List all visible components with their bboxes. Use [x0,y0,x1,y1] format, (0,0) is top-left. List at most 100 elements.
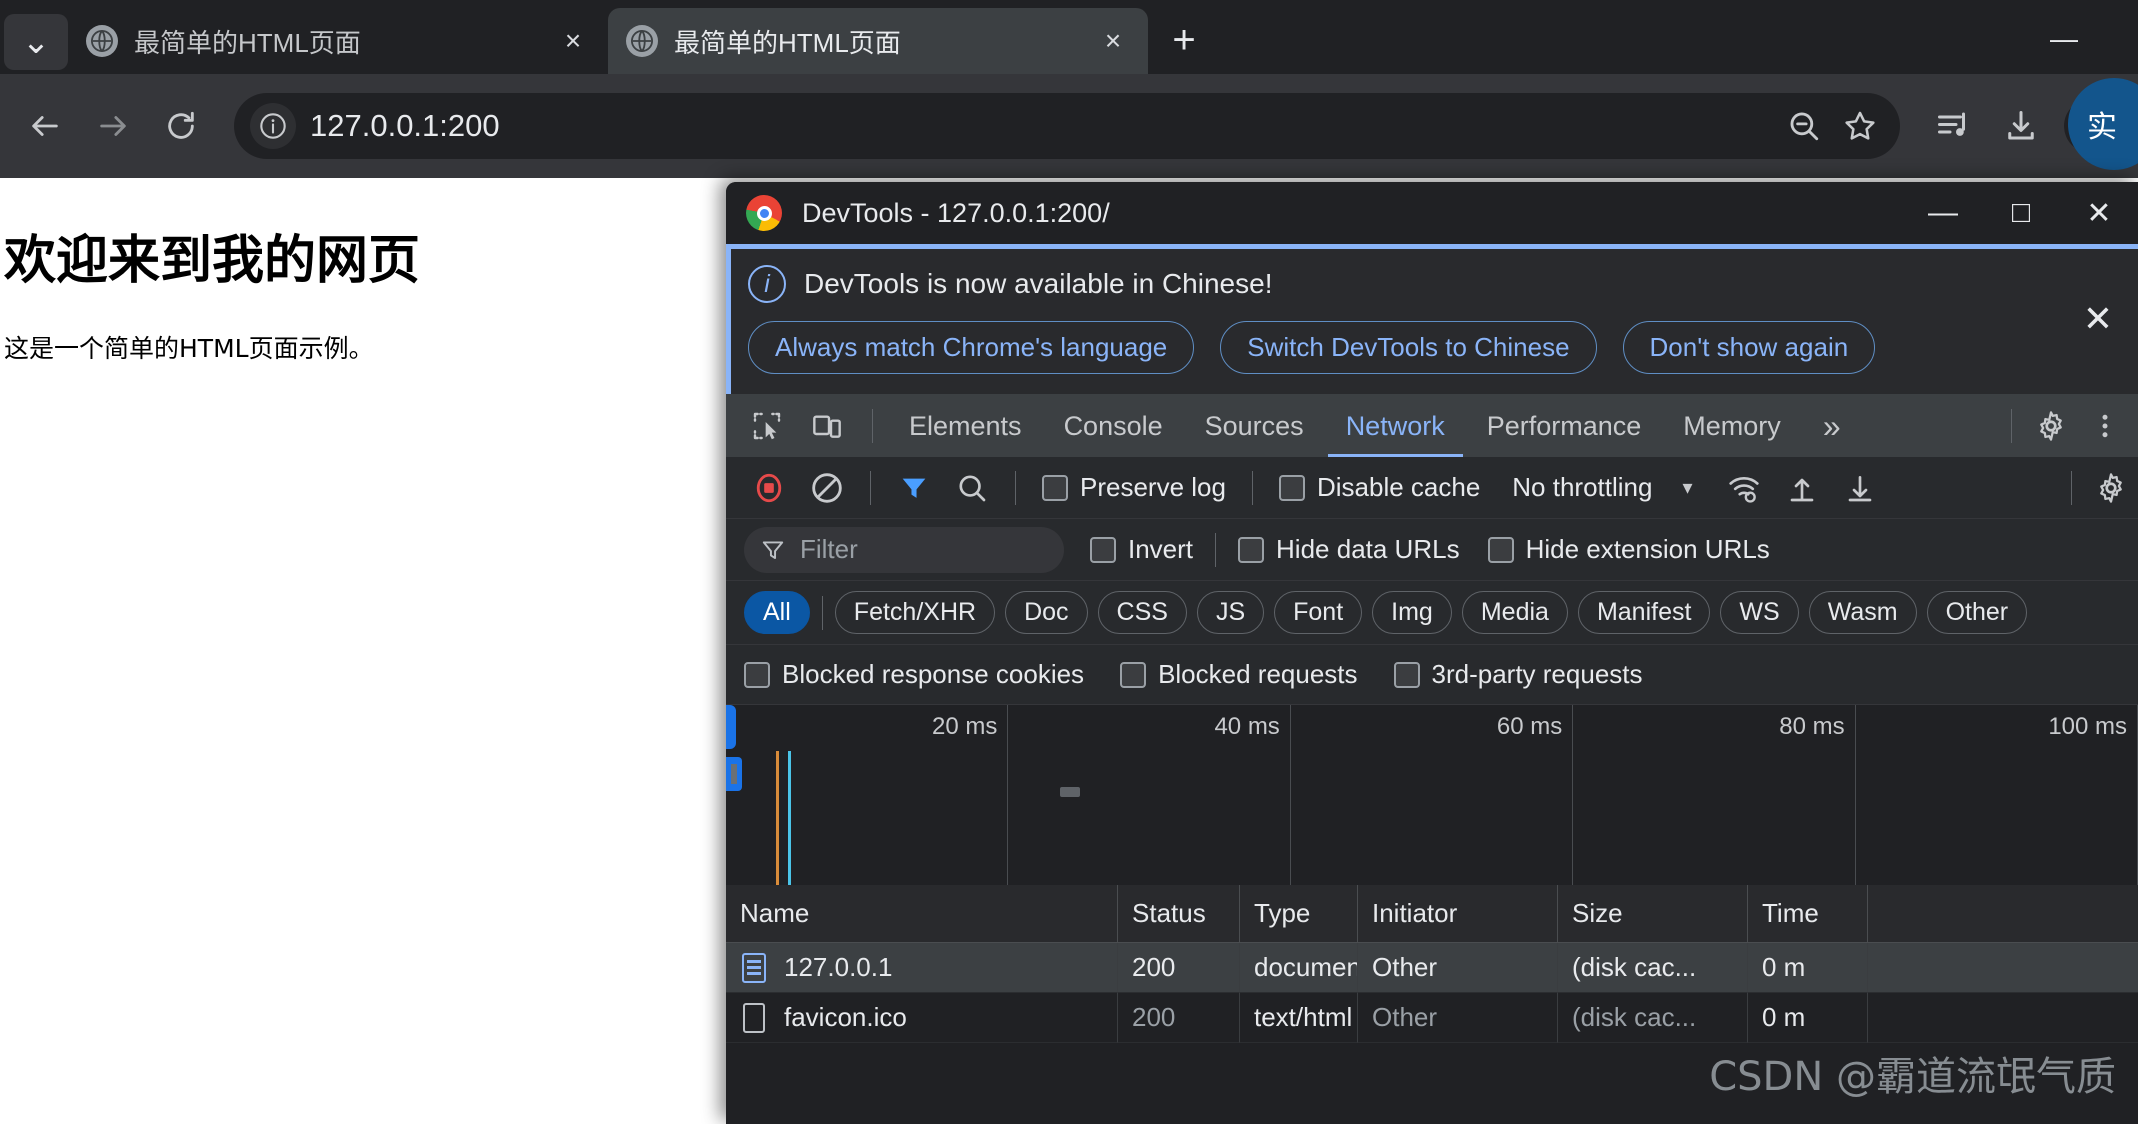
timeline-blip [1060,787,1081,797]
disable-cache-checkbox[interactable]: Disable cache [1278,472,1480,503]
filter-icon[interactable] [887,461,941,515]
always-match-language-button[interactable]: Always match Chrome's language [748,321,1195,374]
device-toolbar-icon[interactable] [800,399,854,453]
inspect-element-icon[interactable] [740,399,794,453]
column-header-type[interactable]: Type [1240,885,1358,942]
type-chip-manifest[interactable]: Manifest [1577,591,1711,634]
table-row[interactable]: 127.0.0.1 200 document Other (disk cac..… [726,943,2138,993]
devtools-maximize-button[interactable]: □ [1982,182,2060,244]
column-header-name[interactable]: Name [726,885,1118,942]
extension-badge[interactable]: 实 [2068,78,2138,170]
gear-icon[interactable] [2024,399,2078,453]
search-icon[interactable] [945,461,999,515]
browser-toolbar: 127.0.0.1:200 实 [0,74,2138,178]
type-chip-js[interactable]: JS [1196,591,1265,634]
more-vertical-icon[interactable] [2078,399,2132,453]
network-conditions-icon[interactable] [1717,461,1771,515]
timeline-tick-label: 20 ms [932,713,998,740]
hide-extension-urls-label: Hide extension URLs [1525,534,1770,564]
throttling-select-value[interactable]: No throttling [1512,472,1652,503]
chevron-down-icon[interactable]: ▾ [1682,475,1692,500]
checkbox-box[interactable] [1487,536,1514,563]
devtools-tab-sources[interactable]: Sources [1187,395,1322,457]
globe-icon [626,25,658,57]
cell-name: favicon.ico [726,993,1118,1043]
media-playlist-icon[interactable] [1922,95,1984,157]
devtools-tab-memory[interactable]: Memory [1665,395,1799,457]
checkbox-box[interactable] [1393,661,1420,688]
hide-extension-urls-checkbox[interactable]: Hide extension URLs [1487,534,1770,565]
third-party-requests-checkbox[interactable]: 3rd-party requests [1393,659,1643,690]
devtools-tab-console[interactable]: Console [1046,395,1181,457]
info-circle-icon[interactable] [250,103,296,149]
checkbox-box[interactable] [744,661,770,688]
checkbox-box[interactable] [1120,661,1147,688]
preserve-log-label: Preserve log [1080,472,1226,502]
switch-to-chinese-button[interactable]: Switch DevTools to Chinese [1220,321,1597,374]
close-icon[interactable]: × [556,24,590,58]
type-chip-media[interactable]: Media [1461,591,1568,634]
filter-input[interactable]: Filter [744,526,1064,573]
tab-search-button[interactable]: ⌄ [4,14,68,70]
hide-data-urls-label: Hide data URLs [1276,534,1460,564]
browser-minimize-button[interactable]: — [2034,22,2094,56]
download-icon[interactable] [1990,95,2052,157]
column-header-size[interactable]: Size [1558,885,1748,942]
close-icon[interactable]: × [1096,24,1130,58]
banner-close-icon[interactable]: ✕ [2074,295,2122,343]
dont-show-again-button[interactable]: Don't show again [1622,321,1876,374]
overview-selection-handle[interactable] [726,757,742,791]
overview-selection-handle-top[interactable] [726,705,736,749]
checkbox-box[interactable] [1042,474,1068,501]
record-stop-icon[interactable] [742,461,796,515]
new-tab-button[interactable]: + [1156,12,1212,68]
devtools-minimize-button[interactable]: — [1904,182,1982,244]
table-row[interactable]: favicon.ico 200 text/html Other (disk ca… [726,993,2138,1043]
cell-initiator: Other [1358,943,1558,993]
network-settings-gear-icon[interactable] [2084,461,2138,515]
column-header-waterfall[interactable] [1868,885,2138,942]
devtools-close-button[interactable]: ✕ [2060,182,2138,244]
blocked-requests-checkbox[interactable]: Blocked requests [1120,659,1358,690]
blocked-response-cookies-label: Blocked response cookies [782,659,1085,689]
forward-button[interactable] [82,95,144,157]
hide-data-urls-checkbox[interactable]: Hide data URLs [1238,534,1460,565]
browser-tab-2[interactable]: 最简单的HTML页面 × [608,8,1148,74]
type-chip-css[interactable]: CSS [1097,591,1187,634]
import-har-icon[interactable] [1775,461,1829,515]
checkbox-box[interactable] [1238,536,1265,563]
column-header-time[interactable]: Time [1748,885,1868,942]
column-header-initiator[interactable]: Initiator [1358,885,1558,942]
invert-checkbox[interactable]: Invert [1090,534,1193,565]
zoom-out-icon[interactable] [1776,98,1832,154]
devtools-tabs-overflow[interactable]: » [1805,395,1859,457]
preserve-log-checkbox[interactable]: Preserve log [1042,472,1226,503]
type-chip-all[interactable]: All [744,591,810,634]
blocked-filters-bar: Blocked response cookies Blocked request… [726,645,2138,705]
clear-icon[interactable] [800,461,854,515]
back-button[interactable] [14,95,76,157]
blocked-response-cookies-checkbox[interactable]: Blocked response cookies [744,659,1084,690]
column-header-status[interactable]: Status [1118,885,1240,942]
devtools-tab-elements[interactable]: Elements [891,395,1040,457]
devtools-tab-network[interactable]: Network [1328,395,1463,457]
devtools-tab-performance[interactable]: Performance [1469,395,1660,457]
type-chip-other[interactable]: Other [1926,591,2028,634]
checkbox-box[interactable] [1278,474,1305,501]
network-overview-timeline[interactable]: 20 ms 40 ms 60 ms 80 ms 100 ms [726,705,2138,885]
checkbox-box[interactable] [1090,536,1116,563]
devtools-tabbar: Elements Console Sources Network Perform… [726,395,2138,457]
type-chip-fetch-xhr[interactable]: Fetch/XHR [834,591,996,634]
reload-button[interactable] [150,95,212,157]
type-chip-doc[interactable]: Doc [1005,591,1088,634]
network-filter-bar: Filter Invert Hide data URLs Hide extens… [726,519,2138,581]
generic-file-icon [740,1002,768,1033]
address-bar[interactable]: 127.0.0.1:200 [234,93,1900,159]
type-chip-wasm[interactable]: Wasm [1808,591,1917,634]
type-chip-img[interactable]: Img [1372,591,1452,634]
type-chip-font[interactable]: Font [1274,591,1363,634]
browser-tab-1[interactable]: 最简单的HTML页面 × [68,8,608,74]
star-icon[interactable] [1832,98,1888,154]
type-chip-ws[interactable]: WS [1720,591,1799,634]
export-har-icon[interactable] [1833,461,1887,515]
